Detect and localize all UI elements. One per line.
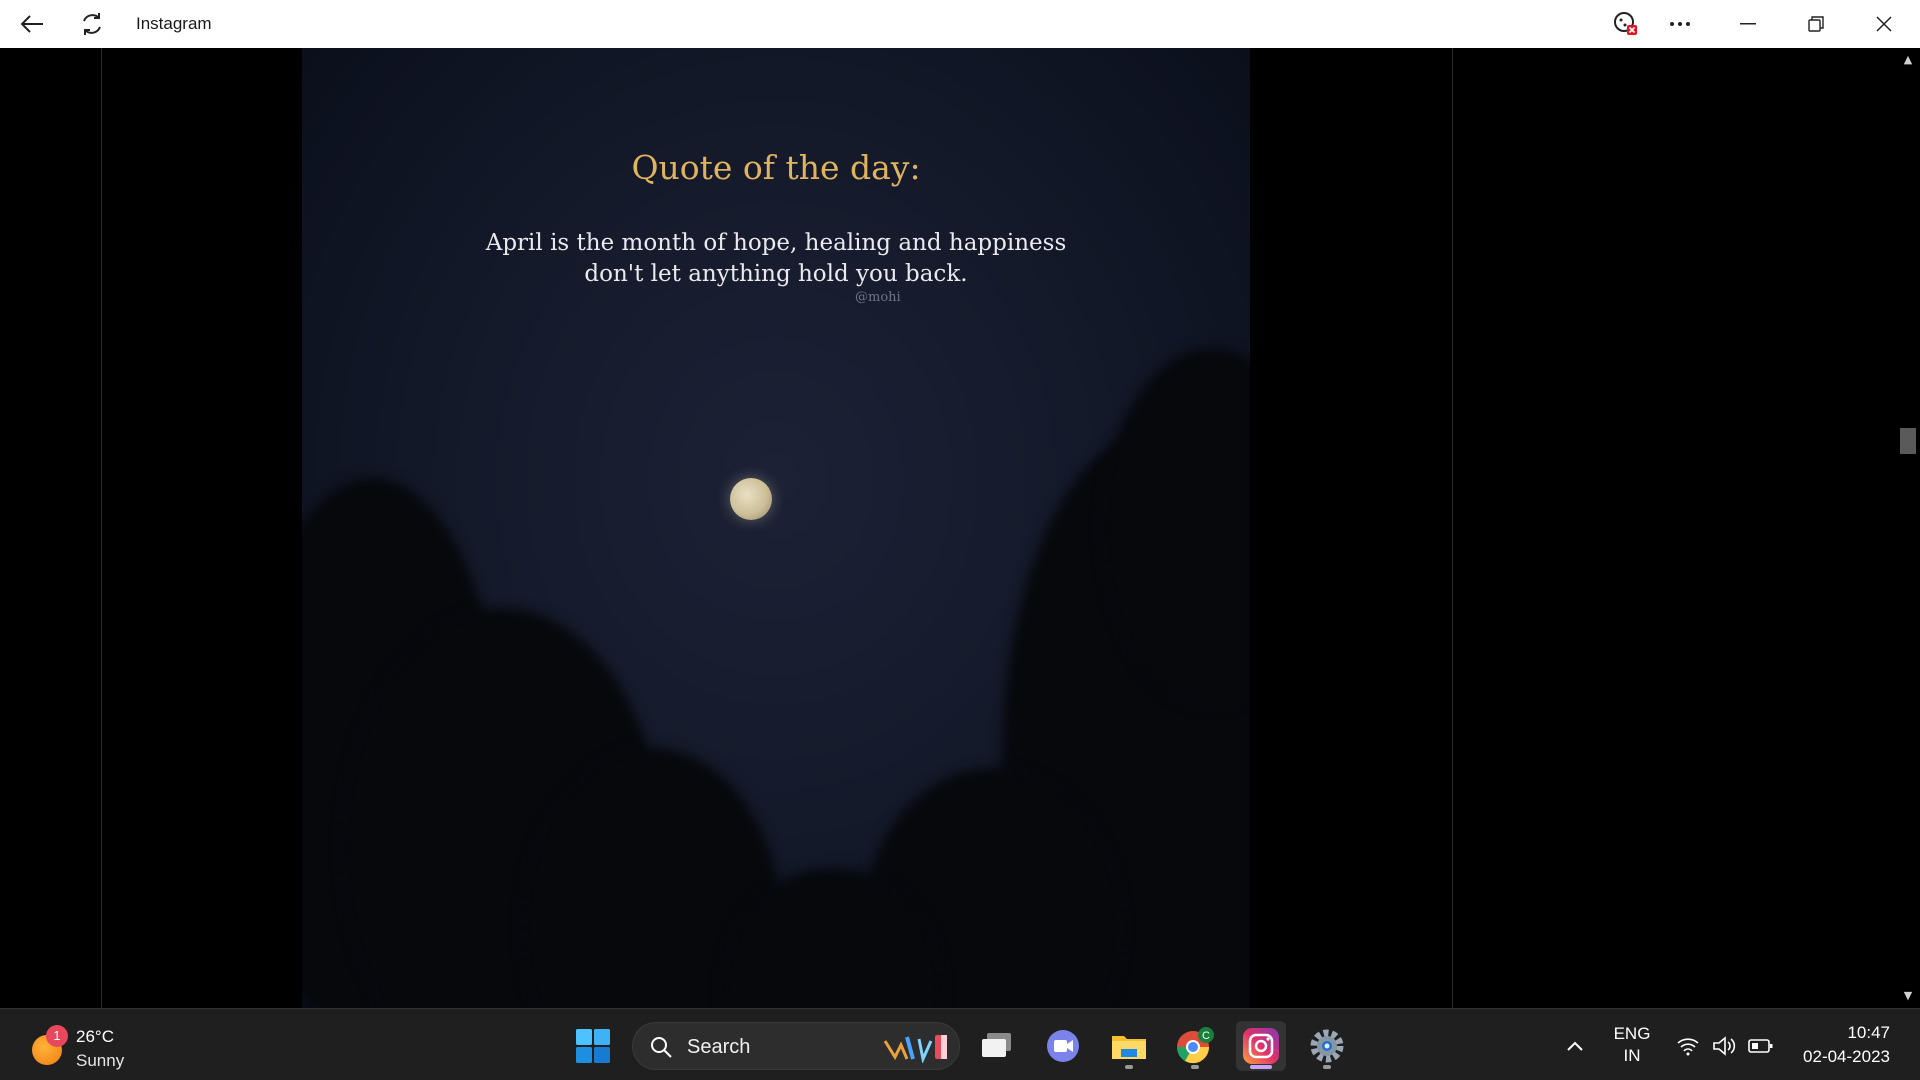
search-icon [651, 1037, 672, 1058]
restore-button[interactable] [1788, 0, 1844, 48]
minimize-icon [1740, 23, 1756, 25]
show-hidden-icons-button[interactable] [1550, 1021, 1600, 1071]
close-icon [1876, 16, 1892, 32]
weather-condition: Sunny [76, 1051, 125, 1070]
quote-line: don't let anything hold you back. [584, 261, 968, 287]
refresh-icon [83, 13, 101, 35]
running-indicator [1191, 1065, 1199, 1069]
chrome-button[interactable]: C [1170, 1021, 1220, 1071]
taskbar: 1 26°C Sunny Search C ENG IN 10:47 02-04… [0, 1008, 1920, 1080]
chrome-icon: C [1176, 1027, 1214, 1064]
running-indicator [1125, 1065, 1133, 1069]
back-button[interactable] [4, 0, 60, 48]
instagram-button[interactable] [1236, 1021, 1286, 1071]
title-bar: Instagram [0, 0, 1920, 48]
weather-temperature: 26°C [76, 1027, 114, 1046]
search-highlight-art-icon [883, 1035, 947, 1063]
task-view-icon [982, 1033, 1011, 1057]
scroll-down-arrow-icon[interactable]: ▼ [1902, 990, 1914, 1002]
more-dots-icon [1670, 22, 1690, 26]
teams-chat-icon [1047, 1030, 1079, 1062]
windows-logo-icon [576, 1029, 610, 1063]
time: 10:47 [1847, 1023, 1890, 1042]
folder-icon [1112, 1036, 1146, 1059]
file-explorer-button[interactable] [1104, 1021, 1154, 1071]
quote-heading: Quote of the day: [631, 148, 921, 187]
weather-widget[interactable]: 1 26°C Sunny [28, 1023, 168, 1071]
active-indicator [1250, 1065, 1272, 1069]
quote-text: April is the month of hope, healing and … [302, 228, 1250, 290]
content-area: Quote of the day: April is the month of … [0, 48, 1896, 1008]
instagram-icon [1243, 1028, 1279, 1064]
running-indicator [1323, 1065, 1331, 1069]
notification-badge: 1 [46, 1025, 68, 1047]
volume-icon [1713, 1036, 1736, 1056]
taskbar-search[interactable]: Search [632, 1022, 960, 1070]
close-button[interactable] [1856, 0, 1912, 48]
date: 02-04-2023 [1803, 1047, 1890, 1066]
region-code: IN [1623, 1046, 1641, 1065]
task-view-button[interactable] [972, 1021, 1022, 1071]
moon [730, 478, 772, 520]
window-title: Instagram [136, 14, 212, 33]
more-options-button[interactable] [1652, 0, 1708, 48]
scroll-up-arrow-icon[interactable]: ▲ [1902, 54, 1914, 66]
left-divider [101, 48, 102, 1008]
svg-text:C: C [1202, 1030, 1210, 1042]
cookie-blocked-icon [1614, 12, 1637, 35]
author-handle: @mohi [855, 290, 901, 305]
clock[interactable]: 10:47 02-04-2023 [1780, 1021, 1890, 1069]
search-label: Search [687, 1036, 751, 1058]
teams-chat-button[interactable] [1038, 1021, 1088, 1071]
scrollbar-thumb[interactable] [1900, 428, 1916, 454]
start-button[interactable] [568, 1021, 618, 1071]
quick-settings-button[interactable] [1672, 1021, 1778, 1071]
battery-icon [1748, 1039, 1773, 1053]
cookie-blocked-button[interactable] [1598, 0, 1654, 48]
post-image[interactable]: Quote of the day: April is the month of … [302, 48, 1250, 1008]
refresh-button[interactable] [64, 0, 120, 48]
restore-icon [1808, 16, 1824, 32]
quote-line: April is the month of hope, healing and … [485, 230, 1067, 256]
back-arrow-icon [20, 15, 43, 33]
vertical-scrollbar[interactable]: ▲ ▼ [1896, 48, 1920, 1008]
language-code: ENG [1613, 1024, 1651, 1043]
chevron-up-icon [1567, 1041, 1583, 1051]
gear-icon [1310, 1029, 1344, 1063]
right-divider [1452, 48, 1453, 1008]
wifi-icon [1677, 1038, 1699, 1056]
minimize-button[interactable] [1720, 0, 1776, 48]
language-indicator[interactable]: ENG IN [1604, 1023, 1660, 1067]
settings-button[interactable] [1302, 1021, 1352, 1071]
